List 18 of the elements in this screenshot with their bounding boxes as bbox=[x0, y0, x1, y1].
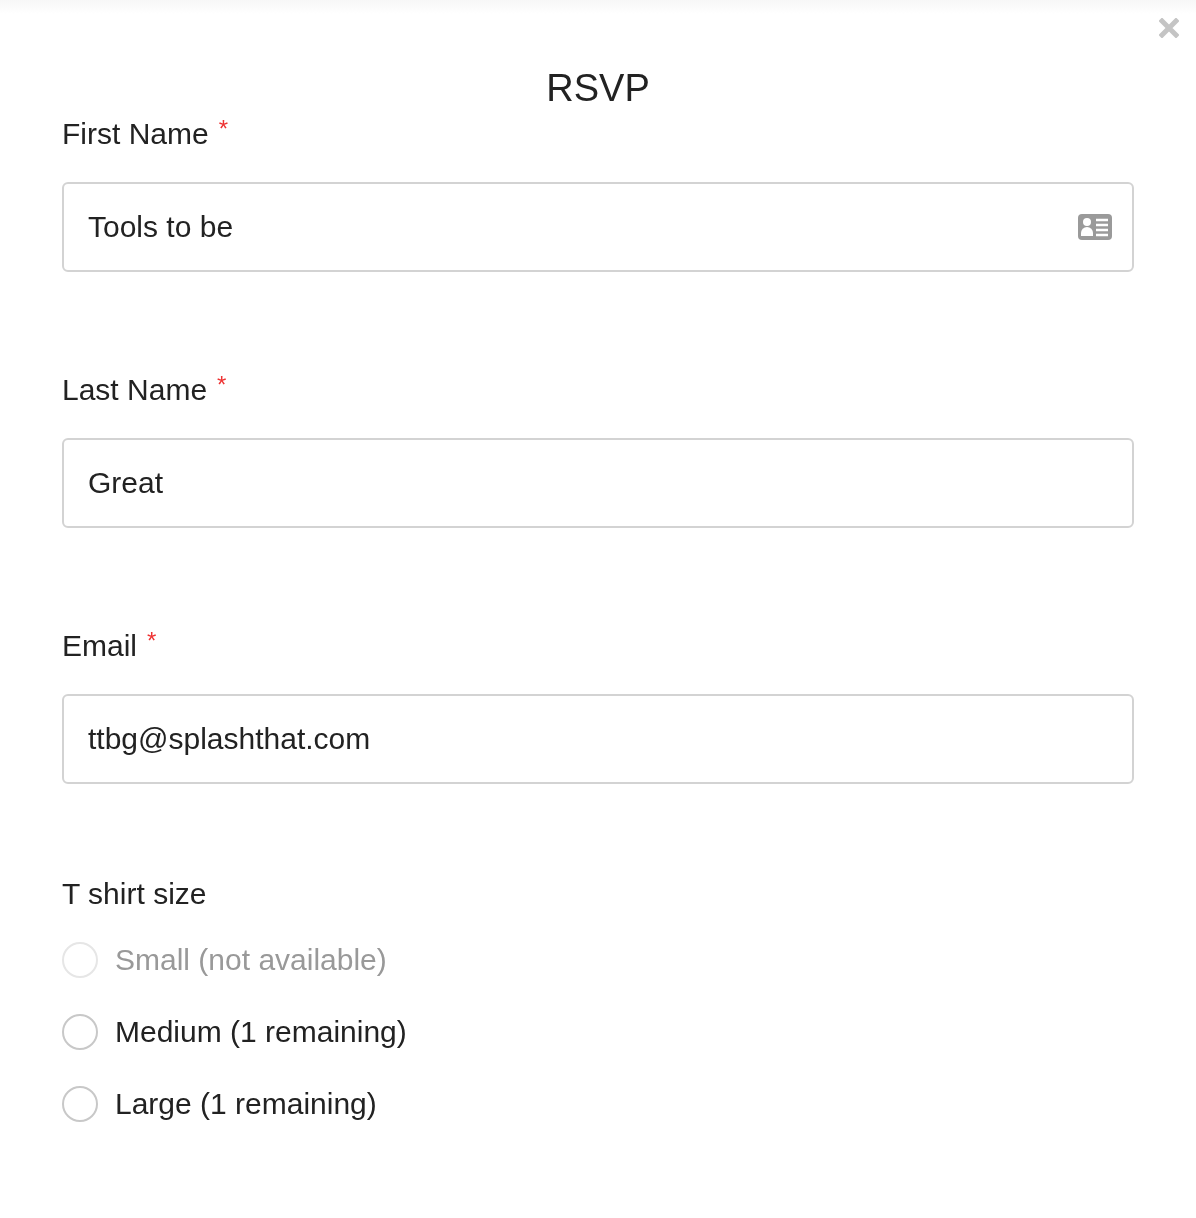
field-label: First Name bbox=[62, 116, 209, 152]
field-label: Email bbox=[62, 628, 137, 664]
radio-button[interactable] bbox=[62, 1086, 98, 1122]
text-field[interactable]: Tools to be bbox=[62, 182, 1134, 272]
required-asterisk: * bbox=[218, 116, 229, 142]
option-label: Medium (1 remaining) bbox=[115, 1015, 407, 1049]
text-field[interactable]: Great bbox=[62, 438, 1134, 528]
contact-card-icon[interactable] bbox=[1078, 214, 1112, 240]
field-label: Last Name bbox=[62, 372, 208, 408]
close-icon[interactable] bbox=[1159, 18, 1179, 38]
group-label: T shirt size bbox=[62, 876, 208, 912]
required-asterisk: * bbox=[217, 372, 227, 398]
text-field[interactable]: ttbg@splashthat.com bbox=[62, 694, 1134, 784]
dialog-title: RSVP bbox=[545, 66, 651, 111]
radio-button[interactable] bbox=[62, 1014, 98, 1050]
required-asterisk: * bbox=[147, 628, 157, 654]
option-label: Small (not available) bbox=[115, 943, 387, 977]
option-label: Large (1 remaining) bbox=[115, 1087, 377, 1121]
